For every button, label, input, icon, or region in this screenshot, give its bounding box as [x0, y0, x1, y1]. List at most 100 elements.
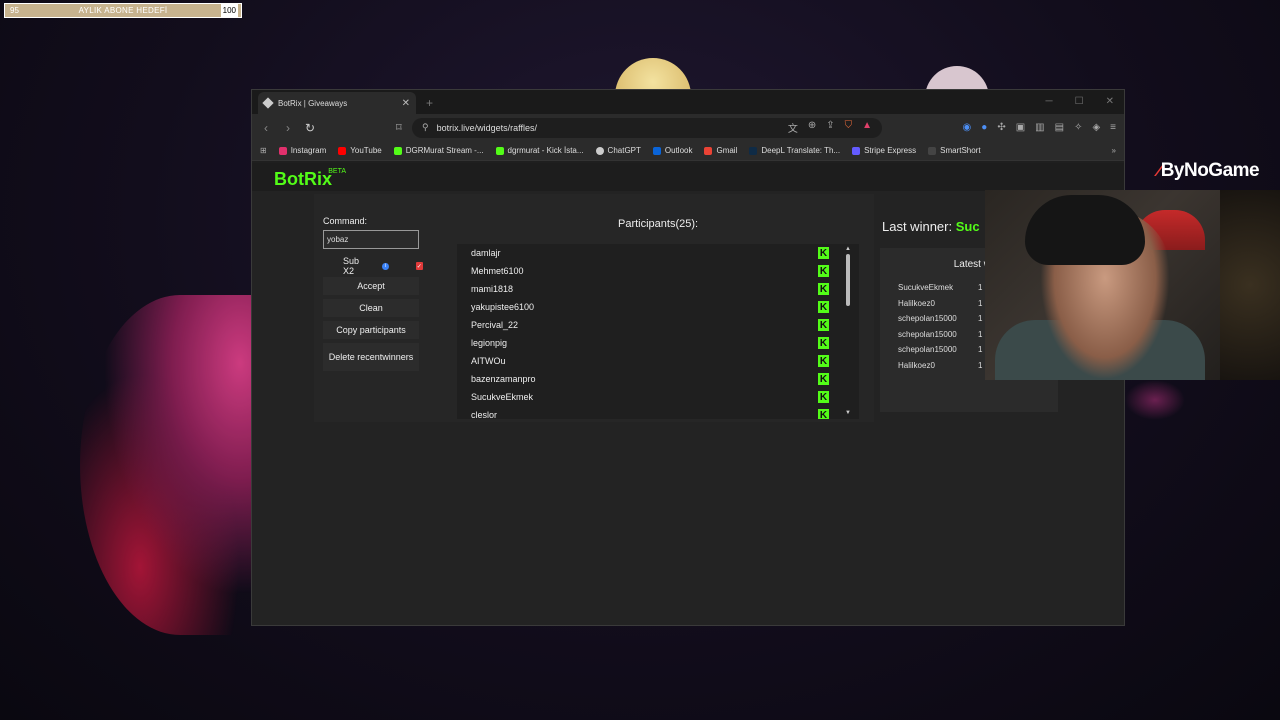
zoom-icon[interactable]: ⊕ [808, 120, 816, 135]
delete-recent-winners-button[interactable]: Delete recent winners [323, 343, 419, 371]
command-input[interactable] [323, 230, 419, 249]
raffle-controls: Command: Sub X2 i ✓ Accept Clean Copy pa… [323, 216, 423, 371]
botrix-logo[interactable]: BotRix BETA [274, 168, 346, 190]
bookmarks-bar: ⊞ Instagram YouTube DGRMurat Stream -...… [252, 141, 1124, 161]
winner-extra: 1 [978, 298, 983, 308]
bookmark-label: Stripe Express [864, 146, 917, 155]
youtube-icon [338, 146, 347, 155]
participant-row[interactable]: Percival_22 K [457, 316, 859, 334]
sub-x2-label: Sub X2 [343, 256, 360, 276]
participant-name: mami1818 [471, 284, 514, 294]
audio-extension-icon[interactable]: ◉ [963, 122, 972, 133]
clean-button[interactable]: Clean [323, 299, 419, 317]
back-icon[interactable]: ‹ [260, 121, 272, 135]
scroll-down-icon[interactable]: ▼ [845, 410, 851, 416]
share-icon[interactable]: ⇪ [826, 120, 834, 135]
participant-row[interactable]: bazenzamanpro K [457, 370, 859, 388]
smartshort-icon [928, 146, 937, 155]
participant-row[interactable]: cleslor K [457, 406, 859, 419]
info-icon[interactable]: i [382, 262, 389, 270]
christmas-tree-image [1220, 190, 1280, 380]
participant-row[interactable]: Mehmet6100 K [457, 262, 859, 280]
kick-icon: K [818, 373, 829, 385]
scroll-up-icon[interactable]: ▲ [845, 246, 851, 252]
winner-extra: 1 [978, 283, 983, 293]
bookmark-gmail[interactable]: Gmail [704, 146, 737, 155]
winner-extra: 1 [978, 329, 983, 339]
site-header: BotRix BETA [252, 163, 1124, 191]
winner-extra: 1 [978, 314, 983, 324]
translate-icon[interactable]: 文 [788, 120, 798, 135]
close-tab-icon[interactable]: ✕ [402, 98, 410, 109]
leo-ai-icon[interactable]: ✧ [1074, 122, 1082, 133]
bookmark-icon[interactable]: ⌑ [396, 121, 402, 134]
goal-start-value: 95 [10, 6, 19, 15]
kick-icon: K [818, 337, 829, 349]
brave-rewards-icon[interactable]: ▲ [862, 120, 872, 135]
participants-list[interactable]: damlajr K Mehmet6100 K mami1818 K yakupiste… [457, 244, 859, 419]
background-swirl [1125, 380, 1185, 420]
sub-x2-checkbox[interactable]: ✓ [415, 262, 423, 270]
site-favicon-icon [262, 97, 274, 109]
extensions-puzzle-icon[interactable]: ✣ [997, 122, 1005, 133]
last-winner-label: Last winner: [882, 219, 953, 234]
bookmark-kick-dgrmurat[interactable]: dgrmurat - Kick İsta... [495, 146, 584, 155]
sidebar-icon[interactable]: ▥ [1035, 122, 1044, 133]
winner-name: Halilkoez0 [898, 298, 935, 308]
site-info-icon[interactable]: ⚲ [422, 122, 429, 133]
bookmark-stripe[interactable]: Stripe Express [852, 146, 916, 155]
extension-icons: ◉ ● ✣ ▣ ▥ ▤ ✧ ◈ ≡ [963, 122, 1116, 133]
close-window-icon[interactable]: ✕ [1106, 96, 1114, 107]
participant-row[interactable]: damlajr K [457, 244, 859, 262]
participant-row[interactable]: mami1818 K [457, 280, 859, 298]
screenshot-icon[interactable]: ▣ [1016, 122, 1025, 133]
winner-extra: 1 [978, 345, 983, 355]
apps-grid-icon[interactable]: ⊞ [260, 146, 267, 155]
streamer-hair-image [1025, 195, 1145, 265]
scrollbar-thumb[interactable] [846, 254, 850, 306]
address-bar[interactable]: ⚲ botrix.live/widgets/raffles/ 文 ⊕ ⇪ ⛉ ▲ [412, 117, 882, 138]
bookmark-label: Instagram [290, 146, 327, 155]
kick-icon [495, 146, 504, 155]
bookmark-youtube[interactable]: YouTube [338, 146, 382, 155]
participant-row[interactable]: legionpig K [457, 334, 859, 352]
kick-icon: K [818, 409, 829, 419]
participant-row[interactable]: SucukveEkmek K [457, 388, 859, 406]
webcam-overlay [985, 190, 1280, 380]
winner-name: schepolan15000 [898, 314, 957, 324]
bookmark-label: ChatGPT [607, 146, 641, 155]
new-tab-icon[interactable]: + [426, 96, 433, 110]
bookmark-deepl[interactable]: DeepL Translate: Th... [749, 146, 840, 155]
goal-title: AYLIK ABONE HEDEFİ [78, 6, 168, 15]
bookmark-chatgpt[interactable]: ChatGPT [595, 146, 641, 155]
maximize-icon[interactable]: ☐ [1075, 96, 1084, 107]
button-label-line: Delete recent [328, 352, 383, 362]
logo-text: BotRix [274, 169, 332, 189]
participants-scrollbar[interactable]: ▲ ▼ [845, 246, 851, 416]
copy-participants-button[interactable]: Copy participants [323, 321, 419, 339]
bookmark-outlook[interactable]: Outlook [652, 146, 692, 155]
forward-icon[interactable]: › [282, 121, 294, 135]
participant-name: cleslor [471, 410, 498, 419]
minimize-icon[interactable]: ─ [1046, 96, 1053, 107]
browser-tab[interactable]: BotRix | Giveaways ✕ [258, 92, 416, 114]
bookmark-dgrmurat-stream[interactable]: DGRMurat Stream -... [393, 146, 484, 155]
menu-icon[interactable]: ≡ [1110, 122, 1116, 133]
kick-icon: K [818, 283, 829, 295]
extension-icon[interactable]: ● [981, 122, 987, 133]
more-bookmarks-icon[interactable]: » [1112, 146, 1116, 155]
bookmark-instagram[interactable]: Instagram [278, 146, 327, 155]
participant-row[interactable]: AITWOu K [457, 352, 859, 370]
wallet-icon[interactable]: ▤ [1055, 122, 1064, 133]
vpn-icon[interactable]: ◈ [1092, 122, 1100, 133]
kick-icon: K [818, 391, 829, 403]
address-bar-icons: 文 ⊕ ⇪ ⛉ ▲ [788, 120, 872, 135]
bookmark-smartshort[interactable]: SmartShort [928, 146, 981, 155]
brave-shield-icon[interactable]: ⛉ [845, 120, 853, 135]
participant-row[interactable]: yakupistee6100 K [457, 298, 859, 316]
accept-button[interactable]: Accept [323, 277, 419, 295]
bookmark-label: Gmail [716, 146, 738, 155]
reload-icon[interactable]: ↻ [304, 121, 316, 135]
participant-name: Mehmet6100 [471, 266, 524, 276]
window-controls: ─ ☐ ✕ [1046, 96, 1114, 107]
